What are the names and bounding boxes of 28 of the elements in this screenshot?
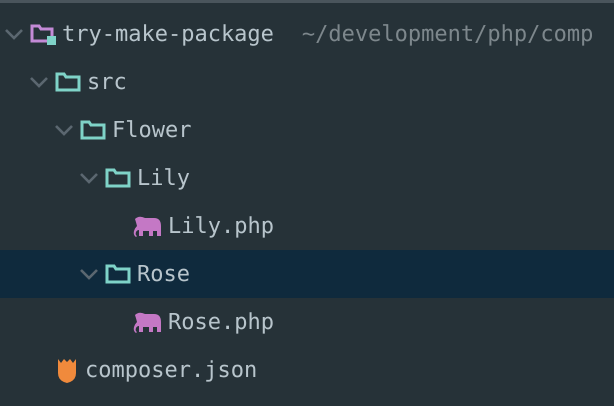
folder-icon — [30, 23, 56, 45]
chevron-down-icon[interactable] — [54, 124, 74, 136]
tree-item[interactable]: Rose.php — [0, 298, 614, 346]
tree-item[interactable]: Rose — [0, 250, 614, 298]
tree-item[interactable]: composer.json — [0, 346, 614, 394]
chevron-down-icon[interactable] — [4, 28, 24, 40]
project-path: ~/development/php/comp — [302, 22, 594, 46]
item-label: composer.json — [85, 358, 258, 382]
folder-icon — [80, 120, 106, 140]
item-label: Flower — [112, 118, 192, 142]
folder-icon — [105, 264, 131, 284]
folder-icon — [55, 72, 81, 92]
item-label: Rose.php — [168, 310, 274, 334]
item-label: Lily — [137, 166, 190, 190]
composer-icon — [55, 357, 79, 383]
tree-item[interactable]: Flower — [0, 106, 614, 154]
folder-icon — [105, 168, 131, 188]
item-label: try-make-package — [62, 22, 274, 46]
item-label: src — [87, 70, 127, 94]
chevron-down-icon[interactable] — [79, 268, 99, 280]
tree-item[interactable]: Lily.php — [0, 202, 614, 250]
chevron-down-icon[interactable] — [29, 76, 49, 88]
tree-item[interactable]: try-make-package ~/development/php/comp — [0, 10, 614, 58]
tree-item[interactable]: Lily — [0, 154, 614, 202]
item-label: Rose — [137, 262, 190, 286]
chevron-down-icon[interactable] — [79, 172, 99, 184]
tree-item[interactable]: src — [0, 58, 614, 106]
item-label: Lily.php — [168, 214, 274, 238]
